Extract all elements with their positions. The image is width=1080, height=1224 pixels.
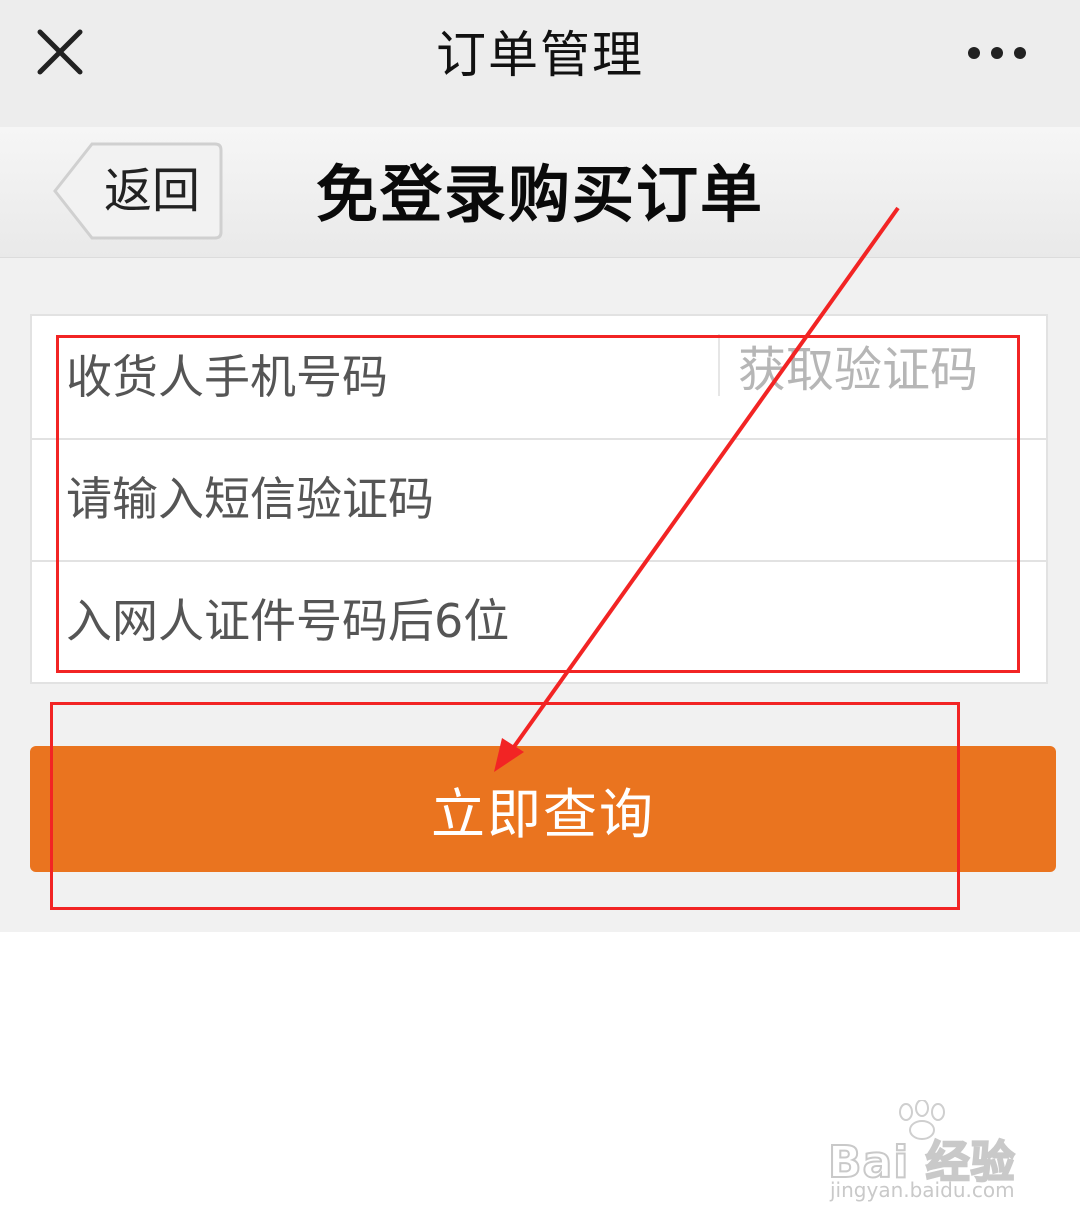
phone-input[interactable] — [66, 330, 706, 424]
id-number-row — [32, 560, 1046, 682]
title-bar: 订单管理 — [0, 0, 1080, 127]
window-title: 订单管理 — [436, 26, 644, 84]
more-dots-icon[interactable] — [962, 40, 1032, 66]
sms-code-input[interactable] — [66, 452, 1006, 546]
sms-code-row — [32, 438, 1046, 562]
content-area: 获取验证码 立即查询 — [0, 258, 1080, 932]
phone-row: 获取验证码 — [32, 316, 1046, 440]
divider — [718, 334, 720, 396]
query-form: 获取验证码 — [30, 314, 1048, 684]
back-button-label: 返回 — [104, 163, 201, 219]
page-navbar: 返回 免登录购买订单 — [0, 127, 1080, 258]
watermark-url: jingyan.baidu.com — [830, 1178, 1015, 1202]
query-button[interactable]: 立即查询 — [30, 746, 1056, 872]
get-code-button[interactable]: 获取验证码 — [738, 334, 978, 406]
page-title: 免登录购买订单 — [315, 158, 764, 231]
baidu-jingyan-watermark: Bai 经验 jingyan.baidu.com — [820, 1100, 1040, 1210]
back-button[interactable]: 返回 — [52, 141, 224, 241]
id-number-input[interactable] — [66, 574, 1006, 668]
